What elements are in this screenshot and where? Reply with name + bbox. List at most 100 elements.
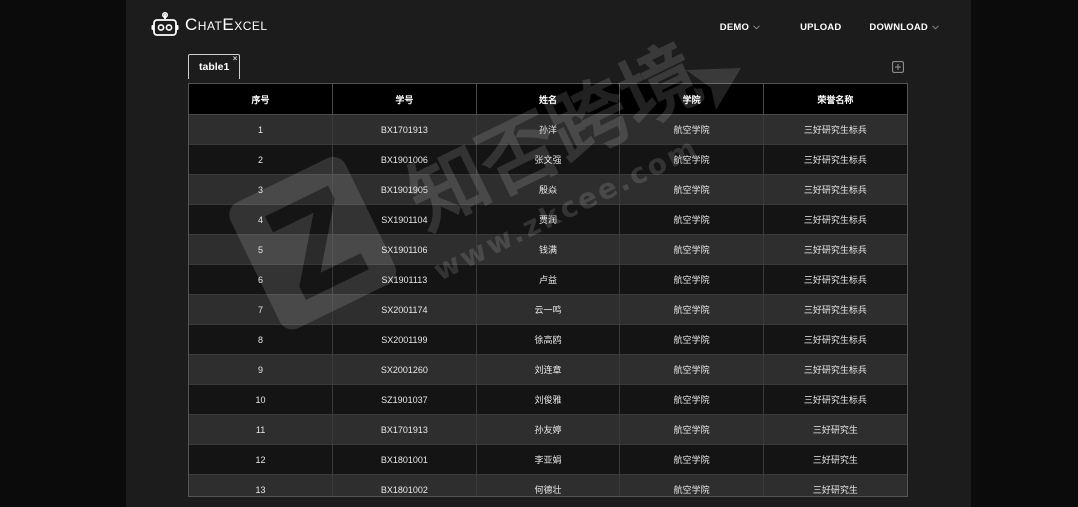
table-cell[interactable]: 钱满 [476,234,621,265]
table-row[interactable]: 9 SX2001260 刘连章 航空学院 三好研究生标兵 [189,354,907,385]
table-cell[interactable]: 6 [189,264,334,295]
table-cell[interactable]: 三好研究生标兵 [763,384,907,415]
table-cell[interactable]: SX2001174 [332,294,477,325]
logo[interactable]: ChatExcel [151,12,268,38]
table-row[interactable]: 13 BX1801002 何德壮 航空学院 三好研究生 [189,474,907,496]
table-cell[interactable]: 三好研究生 [763,474,907,496]
table-cell[interactable]: 张文强 [476,144,621,175]
table-cell[interactable]: 徐高鸥 [476,324,621,355]
nav-download-dropdown[interactable]: DOWNLOAD [869,18,939,36]
table-cell[interactable]: 航空学院 [619,234,764,265]
table-cell[interactable]: 航空学院 [619,294,764,325]
table-cell[interactable]: SX2001199 [332,324,477,355]
nav-upload-label: UPLOAD [800,21,842,33]
table-cell[interactable]: 7 [189,294,334,325]
table-cell[interactable]: 11 [189,414,334,445]
column-header[interactable]: 学院 [619,84,764,115]
table-cell[interactable]: 航空学院 [619,114,764,145]
table-cell[interactable]: 航空学院 [619,144,764,175]
table-cell[interactable]: BX1801002 [332,474,477,496]
column-header[interactable]: 姓名 [476,84,621,115]
table-cell[interactable]: 三好研究生标兵 [763,114,907,145]
table-row[interactable]: 5 SX1901106 钱满 航空学院 三好研究生标兵 [189,234,907,265]
table-cell[interactable]: 三好研究生标兵 [763,264,907,295]
table-cell[interactable]: 卢益 [476,264,621,295]
table-cell[interactable]: 贾润 [476,204,621,235]
top-header: ChatExcel DEMO UPLOAD DOWNLOAD [126,0,971,54]
table-cell[interactable]: 刘俊雅 [476,384,621,415]
table-cell[interactable]: BX1901905 [332,174,477,205]
table-row[interactable]: 7 SX2001174 云一鸣 航空学院 三好研究生标兵 [189,294,907,325]
table-cell[interactable]: SX1901106 [332,234,477,265]
table-cell[interactable]: 云一鸣 [476,294,621,325]
data-table-container[interactable]: 序号 学号 姓名 学院 荣誉名称 1 BX1701913 孙洋 航空学院 三好研究生标兵 2 BX1… [188,83,908,497]
tab-label: table1 [199,61,230,73]
table-cell[interactable]: 刘连章 [476,354,621,385]
table-cell[interactable]: 航空学院 [619,444,764,475]
tab-table1[interactable]: table1 × [188,54,241,79]
table-cell[interactable]: BX1901006 [332,144,477,175]
table-cell[interactable]: 三好研究生 [763,414,907,445]
table-cell[interactable]: 三好研究生 [763,444,907,475]
table-cell[interactable]: 航空学院 [619,264,764,295]
table-cell[interactable]: 1 [189,114,334,145]
table-row[interactable]: 11 BX1701913 孙友婷 航空学院 三好研究生 [189,414,907,445]
table-cell[interactable]: 2 [189,144,334,175]
table-cell[interactable]: 三好研究生标兵 [763,294,907,325]
table-cell[interactable]: 孙友婷 [476,414,621,445]
table-cell[interactable]: 12 [189,444,334,475]
table-cell[interactable]: 三好研究生标兵 [763,204,907,235]
table-cell[interactable]: BX1701913 [332,114,477,145]
table-cell[interactable]: 三好研究生标兵 [763,234,907,265]
table-cell[interactable]: 航空学院 [619,414,764,445]
table-cell[interactable]: 4 [189,204,334,235]
column-header[interactable]: 序号 [189,84,334,115]
table-cell[interactable]: 5 [189,234,334,265]
table-cell[interactable]: 三好研究生标兵 [763,174,907,205]
table-cell[interactable]: BX1801001 [332,444,477,475]
table-cell[interactable]: 殷焱 [476,174,621,205]
table-cell[interactable]: SX2001260 [332,354,477,385]
table-row[interactable]: 12 BX1801001 李亚娟 航空学院 三好研究生 [189,444,907,475]
table-cell[interactable]: 李亚娟 [476,444,621,475]
table-cell[interactable]: SX1901113 [332,264,477,295]
table-cell[interactable]: 孙洋 [476,114,621,145]
table-cell[interactable]: 三好研究生标兵 [763,144,907,175]
close-icon[interactable]: × [233,54,238,63]
table-cell[interactable]: 航空学院 [619,174,764,205]
table-cell[interactable]: 三好研究生标兵 [763,354,907,385]
table-cell[interactable]: SZ1901037 [332,384,477,415]
table-cell[interactable]: 3 [189,174,334,205]
app-window: ChatExcel DEMO UPLOAD DOWNLOAD table1 × … [126,0,971,507]
table-cell[interactable]: 三好研究生标兵 [763,324,907,355]
table-cell[interactable]: BX1701913 [332,414,477,445]
table-cell[interactable]: 9 [189,354,334,385]
table-row[interactable]: 4 SX1901104 贾润 航空学院 三好研究生标兵 [189,204,907,235]
column-header[interactable]: 学号 [332,84,477,115]
table-cell[interactable]: 航空学院 [619,384,764,415]
column-header[interactable]: 荣誉名称 [763,84,907,115]
nav-download-label: DOWNLOAD [869,21,928,33]
table-cell[interactable]: 航空学院 [619,204,764,235]
table-cell[interactable]: 何德壮 [476,474,621,496]
table-row[interactable]: 10 SZ1901037 刘俊雅 航空学院 三好研究生标兵 [189,384,907,415]
sheet-tabs: table1 × [188,54,241,80]
table-row[interactable]: 2 BX1901006 张文强 航空学院 三好研究生标兵 [189,144,907,175]
nav-demo-dropdown[interactable]: DEMO [720,18,760,36]
table-cell[interactable]: SX1901104 [332,204,477,235]
table-cell[interactable]: 10 [189,384,334,415]
data-table: 序号 学号 姓名 学院 荣誉名称 1 BX1701913 孙洋 航空学院 三好研究生标兵 2 BX1… [189,84,907,496]
chevron-down-icon [932,24,939,30]
table-row[interactable]: 1 BX1701913 孙洋 航空学院 三好研究生标兵 [189,114,907,145]
table-cell[interactable]: 航空学院 [619,324,764,355]
nav-upload[interactable]: UPLOAD [800,18,841,36]
table-cell[interactable]: 航空学院 [619,354,764,385]
table-row[interactable]: 6 SX1901113 卢益 航空学院 三好研究生标兵 [189,264,907,295]
add-tab-icon[interactable] [892,61,904,73]
table-row[interactable]: 3 BX1901905 殷焱 航空学院 三好研究生标兵 [189,174,907,205]
robot-icon [151,12,179,36]
table-cell[interactable]: 13 [189,474,334,496]
table-cell[interactable]: 8 [189,324,334,355]
table-row[interactable]: 8 SX2001199 徐高鸥 航空学院 三好研究生标兵 [189,324,907,355]
table-cell[interactable]: 航空学院 [619,474,764,496]
